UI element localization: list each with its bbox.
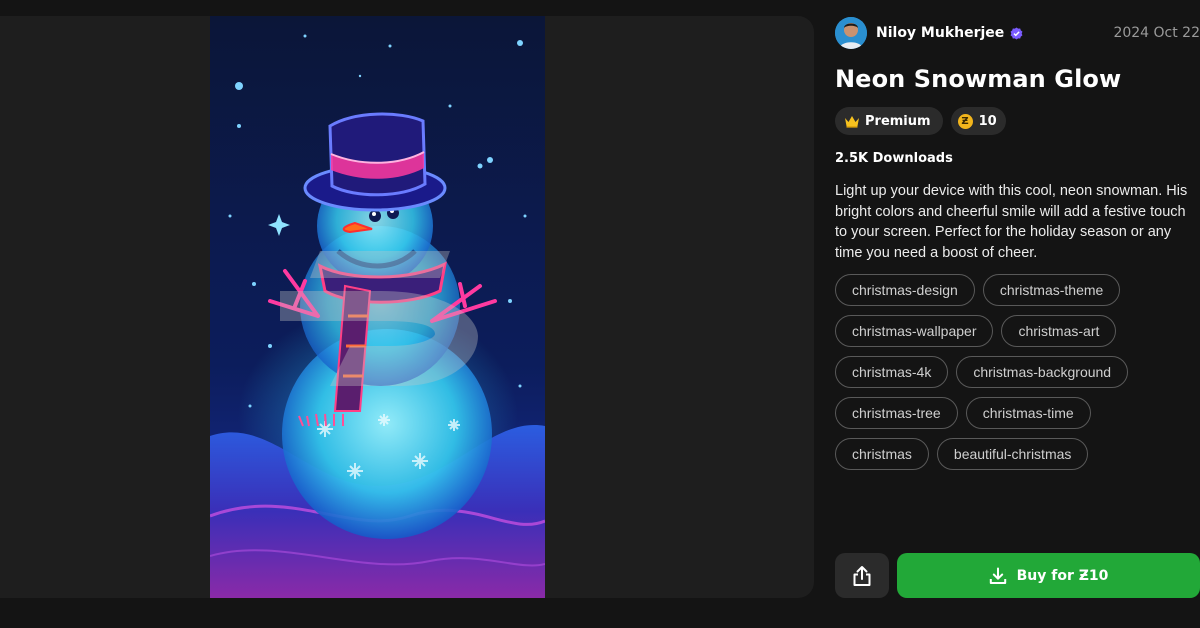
tag-chip[interactable]: christmas-design	[835, 274, 975, 306]
share-icon	[853, 565, 871, 586]
wallpaper-info-panel: Niloy Mukherjee 2024 Oct 22 Neon Snowman…	[835, 16, 1200, 598]
tag-chip[interactable]: christmas-background	[956, 356, 1129, 388]
tag-chip[interactable]: christmas	[835, 438, 929, 470]
tag-row: christmas-4k christmas-background	[835, 356, 1200, 388]
download-count: 2.5K Downloads	[835, 151, 953, 166]
tag-chip[interactable]: christmas-wallpaper	[835, 315, 994, 347]
tag-chip[interactable]: christmas-art	[1001, 315, 1117, 347]
wallpaper-preview-image[interactable]	[210, 16, 545, 598]
premium-label: Premium	[865, 113, 931, 129]
tag-row: christmas-tree christmas-time	[835, 397, 1200, 429]
tag-row: christmas beautiful-christmas	[835, 438, 1200, 470]
upload-date: 2024 Oct 22	[1113, 25, 1200, 41]
buy-button-label: Buy for Ƶ10	[1016, 567, 1109, 584]
badge-row: Premium Ƶ 10	[835, 107, 1006, 135]
tag-row: christmas-design christmas-theme	[835, 274, 1200, 306]
author-row: Niloy Mukherjee 2024 Oct 22	[835, 16, 1200, 50]
premium-badge: Premium	[835, 107, 943, 135]
wallpaper-description: Light up your device with this cool, neo…	[835, 183, 1188, 261]
buy-button[interactable]: Buy for Ƶ10	[897, 553, 1200, 598]
tag-chip[interactable]: christmas-tree	[835, 397, 958, 429]
tag-chip[interactable]: christmas-4k	[835, 356, 949, 388]
share-button[interactable]	[835, 553, 889, 598]
price-value: 10	[978, 113, 997, 129]
crown-icon	[845, 115, 859, 128]
tag-row: christmas-wallpaper christmas-art	[835, 315, 1200, 347]
tag-list: christmas-design christmas-theme christm…	[835, 274, 1200, 479]
preview-panel	[0, 16, 814, 598]
verified-badge-icon	[1010, 26, 1023, 40]
tag-chip[interactable]: beautiful-christmas	[936, 438, 1089, 470]
tag-chip[interactable]: christmas-theme	[982, 274, 1121, 306]
coin-icon: Ƶ	[957, 113, 973, 129]
author-name[interactable]: Niloy Mukherjee	[876, 25, 1004, 41]
wallpaper-title: Neon Snowman Glow	[835, 65, 1122, 93]
tag-chip[interactable]: christmas-time	[965, 397, 1091, 429]
author-avatar[interactable]	[835, 17, 867, 49]
price-badge: Ƶ 10	[950, 107, 1006, 135]
download-icon	[989, 567, 1006, 584]
